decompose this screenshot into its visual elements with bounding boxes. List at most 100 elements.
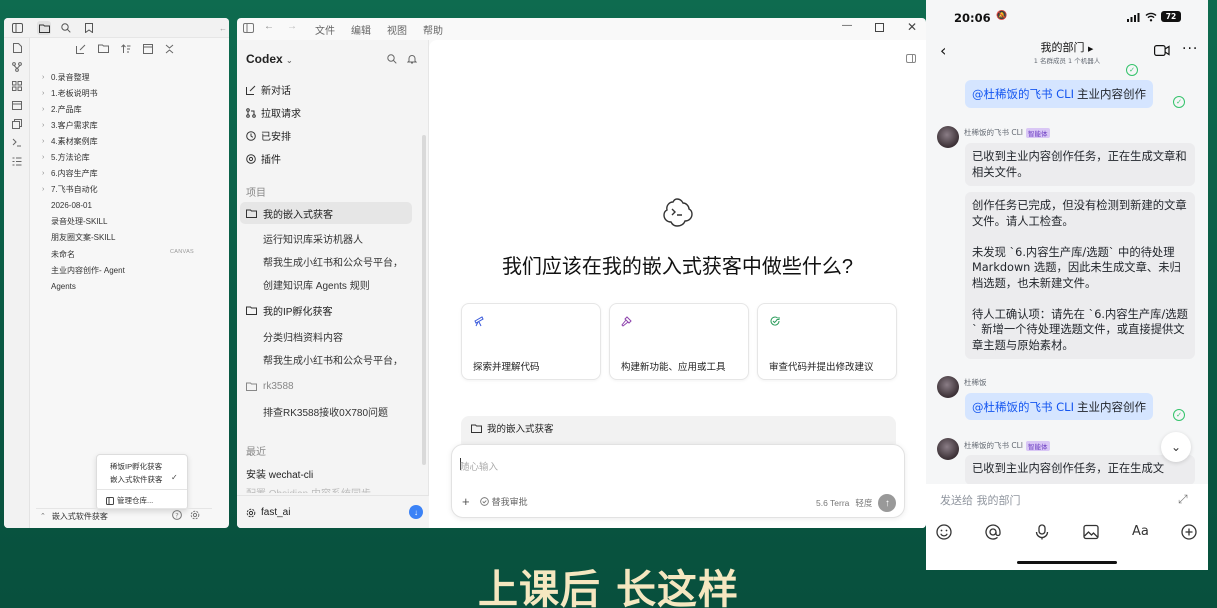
message-input[interactable]: 发送给 我的部门 — [940, 492, 1021, 508]
new-note-icon[interactable] — [4, 38, 30, 57]
thread-item[interactable]: 分类归档资料内容 — [263, 329, 413, 344]
recent-item[interactable]: 安装 wechat-cli — [246, 466, 313, 481]
help-icon[interactable]: ? — [172, 510, 182, 520]
new-folder-icon[interactable] — [98, 44, 109, 54]
file-item[interactable]: 录音处理-SKILL — [42, 214, 125, 230]
project-item[interactable]: rk3588 — [240, 375, 412, 397]
thread-item[interactable]: 运行知识库采访机器人 — [263, 231, 413, 246]
new-chat-item[interactable]: 新对话 — [246, 82, 291, 97]
folder-item[interactable]: › 3.客户需求库 — [42, 117, 125, 133]
microphone-icon[interactable] — [1035, 524, 1049, 540]
download-icon[interactable]: ↓ — [409, 505, 423, 519]
thread-item[interactable]: 创建知识库 Agents 规则 — [263, 277, 413, 292]
folder-item[interactable]: › 2.产品库 — [42, 101, 125, 117]
pull-request-item[interactable]: 拉取请求 — [246, 105, 301, 120]
avatar[interactable] — [937, 376, 959, 398]
copy-icon[interactable] — [4, 114, 30, 133]
project-context-chip[interactable]: 我的嵌入式获客 — [461, 416, 896, 444]
folder-item[interactable]: › 0.录音整理 — [42, 69, 125, 85]
message-bubble[interactable]: @杜稀饭的飞书 CLI 主业内容创作 — [965, 393, 1153, 420]
sidebar-toggle-icon[interactable] — [10, 21, 24, 35]
plugins-item[interactable]: 插件 — [246, 151, 281, 166]
panel-toggle-icon[interactable] — [906, 54, 916, 63]
graph-icon[interactable] — [4, 57, 30, 76]
mention-icon[interactable] — [985, 524, 1001, 540]
plus-circle-icon[interactable] — [1181, 524, 1197, 540]
search-icon[interactable] — [387, 54, 397, 64]
text-format-icon[interactable]: Aa — [1132, 524, 1149, 539]
suggestion-card[interactable]: 探索并理解代码 — [461, 303, 601, 380]
minimize-icon[interactable]: — — [842, 20, 852, 31]
back-arrow-icon[interactable]: ← — [264, 21, 274, 32]
effort-selector[interactable]: 轻度 — [855, 497, 872, 509]
thread-item[interactable]: 帮我生成小红书和公众号平台， — [263, 254, 413, 269]
model-selector[interactable]: 5.6 Terra — [816, 498, 849, 508]
menu-help[interactable]: 帮助 — [423, 22, 443, 37]
avatar[interactable] — [937, 438, 959, 460]
video-call-icon[interactable] — [1154, 45, 1170, 56]
folder-item[interactable]: › 1.老板说明书 — [42, 85, 125, 101]
file-item[interactable]: 朋友圈文案-SKILL — [42, 230, 125, 246]
vault-option[interactable]: 稀饭IP孵化获客 — [110, 461, 162, 472]
brand-switcher[interactable]: Codex ⌄ — [246, 52, 293, 66]
send-button[interactable]: ↑ — [878, 494, 897, 512]
forward-arrow-icon[interactable]: → — [287, 21, 297, 32]
avatar[interactable] — [937, 126, 959, 148]
image-icon[interactable] — [1083, 524, 1099, 540]
menu-view[interactable]: 视图 — [387, 22, 407, 37]
recent-item[interactable]: 配置 Obsidian 内容系统同步 — [246, 485, 371, 493]
sort-icon[interactable] — [121, 44, 131, 54]
message-bubble[interactable]: 创作任务已完成，但没有检测到新建的文章文件。请人工检查。 未发现 `6.内容生产… — [965, 192, 1195, 359]
list-icon[interactable] — [4, 152, 30, 171]
calendar-icon[interactable] — [4, 95, 30, 114]
tree-item-label: 2026-08-01 — [51, 201, 92, 211]
sidebar-toggle-icon[interactable] — [243, 23, 254, 33]
folder-item[interactable]: › 5.方法论库 — [42, 149, 125, 165]
menu-file[interactable]: 文件 — [315, 22, 335, 37]
suggestion-card[interactable]: 构建新功能、应用或工具 — [609, 303, 749, 380]
file-item[interactable]: Agents — [42, 278, 125, 294]
more-icon[interactable]: ··· — [1182, 41, 1198, 57]
suggestion-card[interactable]: 审查代码并提出修改建议 — [757, 303, 897, 380]
vault-option-selected[interactable]: 嵌入式软件获客 — [110, 474, 163, 485]
thread-item[interactable]: 帮我生成小红书和公众号平台， — [263, 352, 413, 367]
scroll-down-button[interactable]: ⌄ — [1161, 432, 1191, 462]
settings-gear-icon[interactable] — [190, 510, 200, 520]
approval-mode-button[interactable]: 替我审批 — [479, 495, 528, 508]
account-item[interactable]: fast_ai — [246, 507, 290, 518]
files-tab-icon[interactable] — [37, 21, 51, 35]
close-icon[interactable]: ✕ — [907, 20, 917, 34]
menu-edit[interactable]: 编辑 — [351, 22, 371, 37]
project-item[interactable]: 我的嵌入式获客 — [240, 202, 412, 224]
sidebar-scrollbar[interactable] — [422, 135, 426, 465]
new-note-icon[interactable] — [76, 44, 86, 54]
folder-item[interactable]: › 6.内容生产库 — [42, 166, 125, 182]
maximize-icon[interactable] — [875, 23, 884, 32]
grid-icon[interactable] — [4, 76, 30, 95]
message-bubble[interactable]: 已收到主业内容创作任务，正在生成文 — [965, 455, 1195, 485]
bookmark-icon[interactable] — [82, 21, 96, 35]
composer-tools: + 替我审批 — [462, 494, 528, 509]
message-bubble[interactable]: 已收到主业内容创作任务，正在生成文章和相关文件。 — [965, 143, 1195, 186]
collapse-all-icon[interactable] — [165, 44, 174, 54]
composer[interactable]: 随心输入 + 替我审批 5.6 Terra 轻度 ↑ — [451, 444, 905, 518]
file-item[interactable]: 主业内容创作- Agent — [42, 262, 125, 278]
bell-icon[interactable] — [407, 54, 417, 64]
search-icon[interactable] — [59, 21, 73, 35]
project-item[interactable]: 我的IP孵化获客 — [240, 299, 412, 321]
message-bubble[interactable]: @杜稀饭的飞书 CLI 主业内容创作 — [965, 80, 1153, 108]
folder-item[interactable]: › 4.素材案例库 — [42, 133, 125, 149]
suggestion-label: 构建新功能、应用或工具 — [621, 362, 726, 373]
folder-item[interactable]: › 7.飞书自动化 — [42, 182, 125, 198]
terminal-icon[interactable] — [4, 133, 30, 152]
manage-vaults-item[interactable]: 管理仓库... — [106, 495, 153, 506]
auto-reveal-icon[interactable] — [143, 44, 153, 54]
collapse-arrow-icon[interactable]: ← — [216, 21, 229, 35]
scheduled-item[interactable]: 已安排 — [246, 128, 291, 143]
emoji-icon[interactable] — [936, 524, 952, 540]
thread-item[interactable]: 排查RK3588接收0X780问题 — [263, 404, 413, 419]
file-item[interactable]: 2026-08-01 — [42, 198, 125, 214]
add-icon[interactable]: + — [462, 494, 470, 509]
file-item[interactable]: 未命名 — [42, 246, 125, 262]
expand-icon[interactable]: ⤢ — [1178, 492, 1188, 507]
